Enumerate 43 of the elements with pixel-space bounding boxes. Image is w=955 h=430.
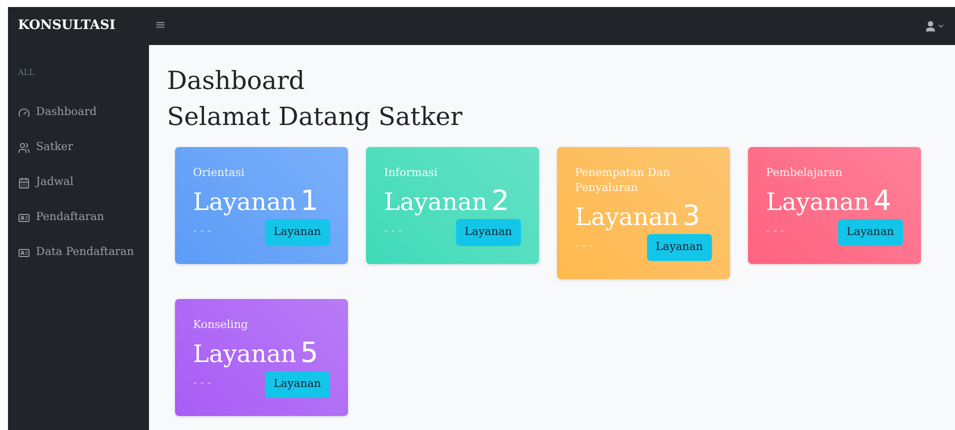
sidebar-item[interactable]: Dashboard xyxy=(8,95,149,130)
service-button[interactable]: Layanan xyxy=(264,371,330,398)
card-placeholder-dashes: - - - xyxy=(193,223,212,239)
caret-icon xyxy=(937,22,945,30)
gauge-icon xyxy=(18,106,30,118)
service-button[interactable]: Layanan xyxy=(838,219,903,246)
service-button[interactable]: Layanan xyxy=(264,219,330,246)
sidebar-item[interactable]: Jadwal xyxy=(8,165,149,200)
calendar-icon xyxy=(18,176,30,188)
menu-toggle[interactable]: ≡ xyxy=(155,16,166,36)
id-card-icon xyxy=(18,212,30,224)
card-category: Konseling xyxy=(193,317,249,332)
card-title: Layanan xyxy=(384,187,488,218)
service-button[interactable]: Layanan xyxy=(646,234,712,261)
card-category: Penempatan Dan Penyaluran xyxy=(575,165,672,195)
card-category: Pembelajaran xyxy=(766,165,844,180)
card-title: Layanan xyxy=(766,187,870,218)
card-title: Layanan xyxy=(193,339,296,370)
card-number: 5 xyxy=(300,336,318,370)
sidebar-item[interactable]: Satker xyxy=(8,130,149,165)
card-number: 4 xyxy=(873,184,892,218)
user-icon xyxy=(924,20,937,32)
card-title: Layanan xyxy=(575,202,678,233)
card-number: 1 xyxy=(300,184,318,218)
card-number: 2 xyxy=(491,184,510,218)
sidebar-item[interactable]: Pendaftaran xyxy=(8,200,149,235)
sidebar-item[interactable]: Data Pendaftaran xyxy=(8,235,149,270)
card-placeholder-dashes: - - - xyxy=(193,375,212,391)
card-placeholder-dashes: - - - xyxy=(575,238,594,254)
card-title: Layanan xyxy=(193,187,296,218)
card-number: 3 xyxy=(682,199,700,233)
page-title: Dashboard xyxy=(167,65,306,97)
users-icon xyxy=(18,142,30,154)
card-placeholder-dashes: - - - xyxy=(766,223,784,239)
card-placeholder-dashes: - - - xyxy=(384,223,402,239)
user-menu-button[interactable] xyxy=(924,20,945,32)
id-card-icon xyxy=(18,246,30,258)
sidebar-heading: ALL xyxy=(17,67,36,79)
card-category: Informasi xyxy=(384,165,439,180)
service-button[interactable]: Layanan xyxy=(456,219,521,246)
brand-title: KONSULTASI xyxy=(18,17,116,36)
card-category: Orientasi xyxy=(193,165,246,180)
greeting: Selamat Datang Satker xyxy=(167,101,464,133)
